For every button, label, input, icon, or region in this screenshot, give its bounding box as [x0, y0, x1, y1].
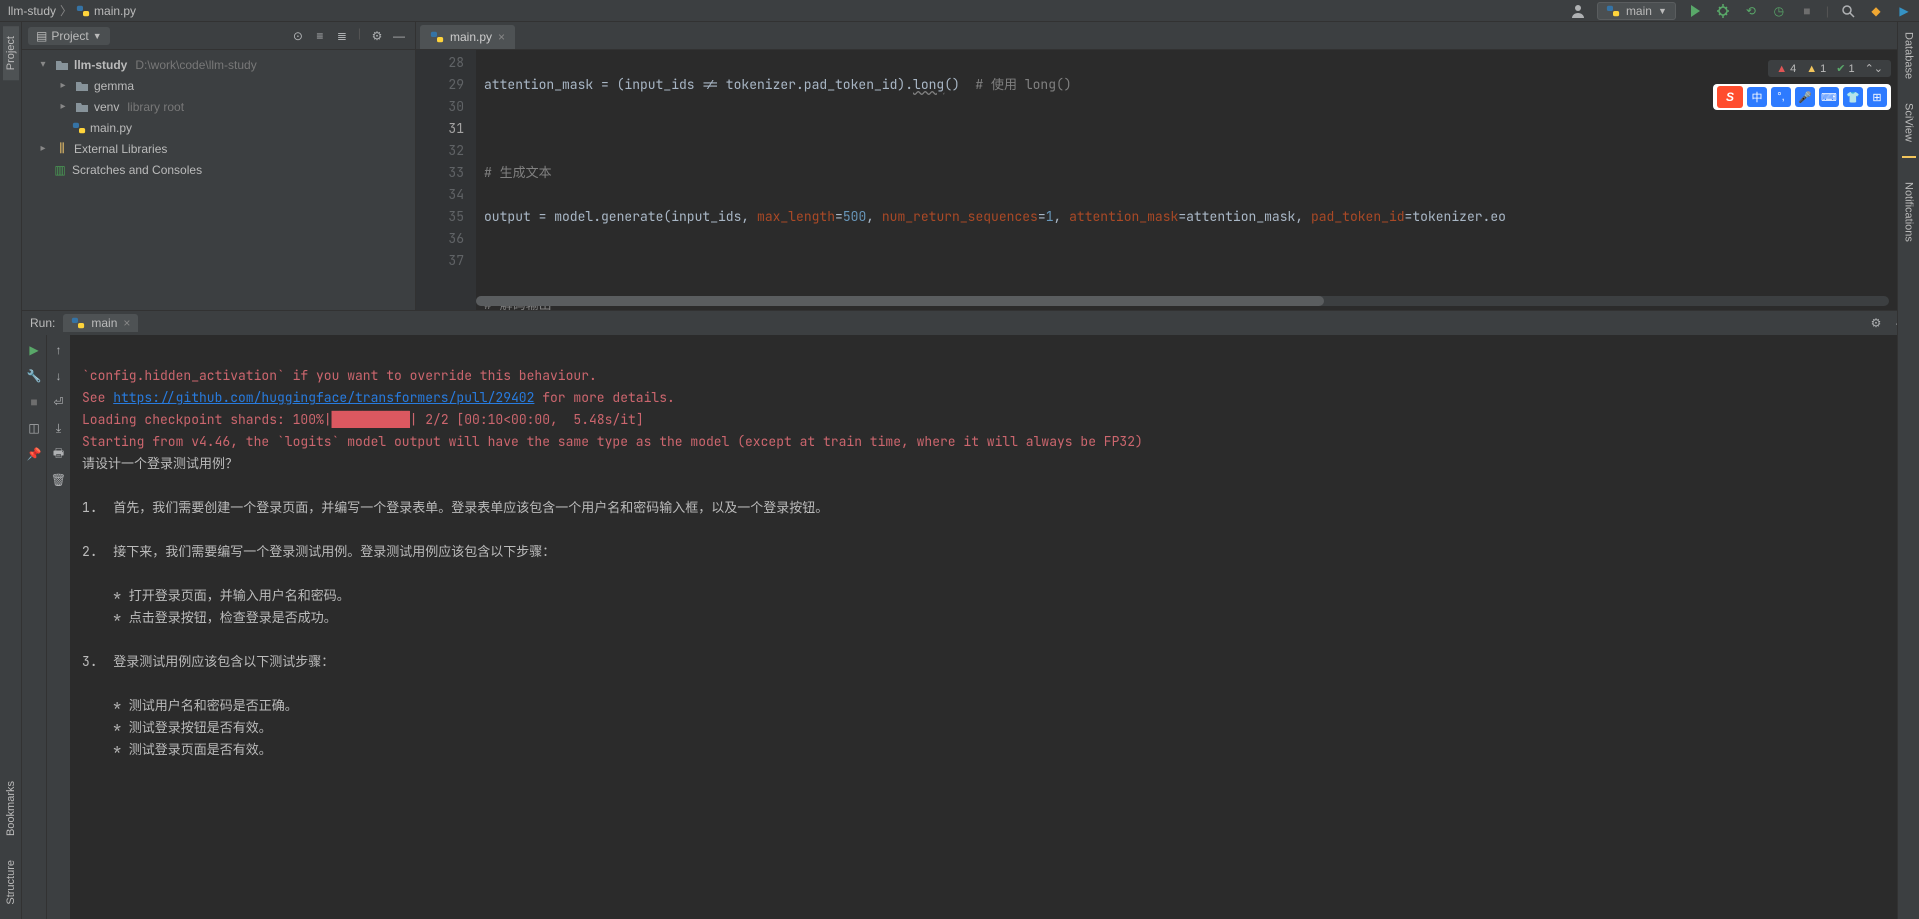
console-line: 3. 登录测试用例应该包含以下测试步骤： [82, 653, 334, 670]
profile-button[interactable]: ◷ [1770, 2, 1788, 20]
chevron-down-icon: ▼ [1658, 6, 1667, 16]
console-line: Loading checkpoint shards: 100%|████████… [82, 411, 644, 428]
project-panel: ▤ Project ▼ ⊙ ≡ ≣ | ⚙ — [22, 22, 416, 310]
sciview-tool-tab[interactable]: SciView [1901, 93, 1917, 152]
breadcrumb: llm-study 〉 main.py [0, 2, 136, 19]
database-tool-tab[interactable]: Database [1901, 22, 1917, 89]
modify-run-config-button[interactable]: 🔧 [25, 367, 43, 385]
stop-button[interactable]: ■ [25, 393, 43, 411]
clear-all-button[interactable]: 🗑 [50, 471, 68, 489]
run-console-gutter: ↑ ↓ ⏎ ⤓ 🖶 🗑 [46, 335, 70, 919]
soft-wrap-button[interactable]: ⏎ [50, 393, 68, 411]
console-line: * 测试登录按钮是否有效。 [82, 719, 272, 736]
run-config-label: main [1626, 4, 1652, 18]
run-tool-window: Run: main × ⚙ — ▶ 🔧 ■ ◫ 📌 [22, 310, 1919, 919]
stop-button[interactable]: ■ [1798, 2, 1816, 20]
chevron-right-icon[interactable]: ▸ [36, 143, 50, 154]
notifications-tool-tab[interactable]: Notifications [1901, 172, 1917, 252]
library-icon: ⫼ [54, 141, 70, 157]
console-line: 2. 接下来，我们需要编写一个登录测试用例。登录测试用例应该包含以下步骤： [82, 543, 555, 560]
chevron-down-icon[interactable]: ▾ [36, 59, 50, 70]
chevron-right-icon: 〉 [60, 2, 72, 19]
console-line: `config.hidden_activation` if you want t… [82, 367, 597, 384]
close-tab-icon[interactable]: × [498, 30, 505, 44]
chevron-right-icon[interactable]: ▸ [56, 101, 70, 112]
library-folder-icon [74, 99, 90, 115]
folder-icon [54, 57, 70, 73]
run-coverage-button[interactable]: ⟲ [1742, 2, 1760, 20]
run-action-gutter: ▶ 🔧 ■ ◫ 📌 [22, 335, 46, 919]
console-line: 请设计一个登录测试用例？ [82, 455, 238, 472]
layout-button[interactable]: ◫ [25, 419, 43, 437]
folder-icon: ▤ [36, 29, 47, 43]
separator [1902, 156, 1916, 168]
debug-button[interactable] [1714, 2, 1732, 20]
breadcrumb-file[interactable]: main.py [94, 4, 136, 18]
tree-file-main[interactable]: main.py [22, 117, 415, 138]
collapse-all-button[interactable]: ≣ [332, 26, 352, 46]
structure-tool-tab[interactable]: Structure [3, 850, 19, 915]
python-file-icon [430, 30, 444, 44]
python-file-icon [76, 4, 90, 18]
tree-scratches[interactable]: ▥ Scratches and Consoles [22, 159, 415, 180]
python-icon [1606, 4, 1620, 18]
rerun-button[interactable]: ▶ [25, 341, 43, 359]
editor-tab-main[interactable]: main.py × [420, 25, 515, 49]
console-line: * 点击登录按钮，检查登录是否成功。 [82, 609, 337, 626]
console-line: See https://github.com/huggingface/trans… [82, 389, 675, 406]
editor-horizontal-scrollbar[interactable] [476, 296, 1889, 306]
close-tab-icon[interactable]: × [123, 316, 130, 330]
ide-settings-icon[interactable]: ◆ [1867, 2, 1885, 20]
console-line: Starting from v4.46, the `logits` model … [82, 433, 1143, 450]
breadcrumb-project[interactable]: llm-study [8, 4, 56, 18]
console-line: * 测试登录页面是否有效。 [82, 741, 272, 758]
expand-all-button[interactable]: ≡ [310, 26, 330, 46]
tree-project-root[interactable]: ▾ llm-study D:\work\code\llm-study [22, 54, 415, 75]
print-button[interactable]: 🖶 [50, 445, 68, 463]
run-settings-button[interactable]: ⚙ [1867, 314, 1885, 332]
bookmarks-tool-tab[interactable]: Bookmarks [3, 771, 19, 846]
updates-icon[interactable]: ▶ [1895, 2, 1913, 20]
tree-folder-venv[interactable]: ▸ venv library root [22, 96, 415, 117]
scrollbar-thumb[interactable] [476, 296, 1324, 306]
titlebar: llm-study 〉 main.py main ▼ ⟲ ◷ ■ | ◆ ▶ [0, 0, 1919, 22]
tree-folder-gemma[interactable]: ▸ gemma [22, 75, 415, 96]
scroll-up-button[interactable]: ↑ [50, 341, 68, 359]
run-panel-title: Run: [30, 316, 55, 330]
panel-settings-button[interactable]: ⚙ [367, 26, 387, 46]
console-line: * 打开登录页面，并输入用户名和密码。 [82, 587, 350, 604]
scratches-icon: ▥ [52, 162, 68, 178]
project-tool-tab[interactable]: Project [3, 26, 19, 80]
chevron-right-icon[interactable]: ▸ [56, 80, 70, 91]
console-line: * 测试用户名和密码是否正确。 [82, 697, 298, 714]
line-gutter[interactable]: 28 29 30 31 32 33 34 35 36 37 [416, 50, 476, 310]
project-view-selector[interactable]: ▤ Project ▼ [28, 27, 110, 45]
pin-button[interactable]: 📌 [25, 445, 43, 463]
project-tree[interactable]: ▾ llm-study D:\work\code\llm-study ▸ gem… [22, 50, 415, 310]
search-everywhere-button[interactable] [1839, 2, 1857, 20]
run-tab-main[interactable]: main × [63, 314, 138, 332]
scroll-down-button[interactable]: ↓ [50, 367, 68, 385]
console-output[interactable]: `config.hidden_activation` if you want t… [70, 335, 1919, 919]
python-icon [71, 316, 85, 330]
console-link[interactable]: https://github.com/huggingface/transform… [113, 389, 534, 406]
scroll-to-end-button[interactable]: ⤓ [50, 419, 68, 437]
chevron-down-icon: ▼ [93, 31, 102, 41]
editor-body[interactable]: 28 29 30 31 32 33 34 35 36 37 attention_… [416, 50, 1919, 310]
user-menu-icon[interactable] [1569, 2, 1587, 20]
right-tool-rail: Database SciView Notifications [1897, 22, 1919, 919]
editor: main.py × ⋮ ▲4 ▲1 ✔1 ⌃⌄ S 中 °, 🎤 [416, 22, 1919, 310]
hide-panel-button[interactable]: — [389, 26, 409, 46]
code-area[interactable]: attention_mask = (input_ids != tokenizer… [476, 50, 1919, 310]
python-file-icon [72, 121, 86, 135]
select-opened-file-button[interactable]: ⊙ [288, 26, 308, 46]
console-line: 1. 首先，我们需要创建一个登录页面，并编写一个登录表单。登录表单应该包含一个用… [82, 499, 828, 516]
run-config-selector[interactable]: main ▼ [1597, 2, 1676, 20]
tree-external-libraries[interactable]: ▸ ⫼ External Libraries [22, 138, 415, 159]
run-button[interactable] [1686, 2, 1704, 20]
folder-icon [74, 78, 90, 94]
